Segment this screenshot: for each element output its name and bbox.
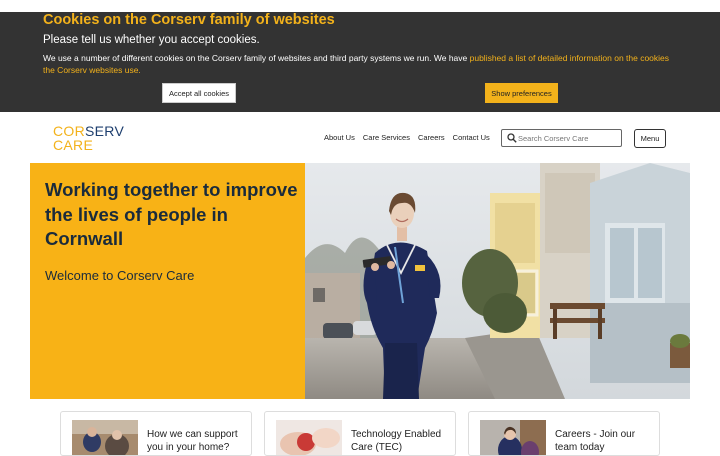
nav-contact-us[interactable]: Contact Us	[453, 133, 490, 142]
cookie-banner-body: We use a number of different cookies on …	[43, 53, 470, 63]
card-tec-label: Technology Enabled Care (TEC)	[351, 429, 442, 453]
hero-photo-nurse	[305, 163, 690, 399]
menu-button[interactable]: Menu	[634, 129, 666, 148]
main-nav: About Us Care Services Careers Contact U…	[324, 133, 490, 142]
nav-careers[interactable]: Careers	[418, 133, 445, 142]
logo-care: CARE	[53, 137, 94, 153]
feature-cards: How we can support you in your home? Tec…	[60, 411, 660, 456]
card-careers[interactable]: Careers - Join our team today	[468, 411, 660, 456]
show-preferences-button[interactable]: Show preferences	[485, 83, 558, 103]
cookie-banner: Cookies on the Corserv family of website…	[0, 12, 720, 112]
accept-cookies-button[interactable]: Accept all cookies	[162, 83, 236, 103]
hero-panel: Working together to improve the lives of…	[30, 163, 305, 399]
logo-line-1: CORSERV	[53, 124, 124, 138]
search-box	[501, 129, 622, 147]
cookie-banner-question: Please tell us whether you accept cookie…	[43, 34, 260, 46]
site-header: CORSERV CARE About Us Care Services Care…	[0, 112, 720, 162]
card-home-support[interactable]: How we can support you in your home?	[60, 411, 252, 456]
cookie-banner-text: We use a number of different cookies on …	[43, 52, 683, 76]
card-tec[interactable]: Technology Enabled Care (TEC)	[264, 411, 456, 456]
hero-subtitle: Welcome to Corserv Care	[45, 268, 195, 283]
hero-section: Working together to improve the lives of…	[30, 163, 690, 399]
cookie-banner-title: Cookies on the Corserv family of website…	[43, 12, 335, 28]
card-home-support-image	[72, 420, 138, 455]
card-careers-image	[480, 420, 546, 455]
nav-about-us[interactable]: About Us	[324, 133, 355, 142]
card-careers-label: Careers - Join our team today	[555, 429, 636, 453]
card-home-support-label: How we can support you in your home?	[147, 429, 238, 453]
hero-title: Working together to improve the lives of…	[45, 179, 298, 249]
card-tec-image	[276, 420, 342, 455]
nav-care-services[interactable]: Care Services	[363, 133, 410, 142]
search-icon[interactable]	[507, 133, 517, 143]
corserv-care-logo[interactable]: CORSERV CARE	[53, 124, 124, 152]
search-input[interactable]	[518, 132, 618, 144]
top-strip	[0, 0, 720, 12]
